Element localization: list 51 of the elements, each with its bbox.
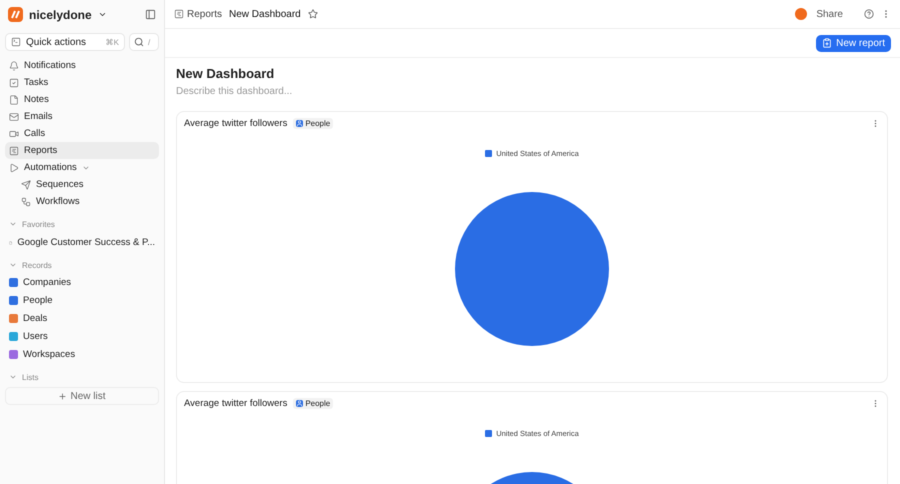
send-icon <box>21 180 31 190</box>
nav-item[interactable]: Notes <box>5 91 159 108</box>
video-icon <box>9 128 19 138</box>
person-icon <box>296 120 304 127</box>
nav-item[interactable]: Tasks <box>5 74 159 91</box>
checkbox-icon <box>9 78 19 88</box>
quick-actions-button[interactable]: Quick actions ⌘K <box>5 33 125 51</box>
search-icon <box>134 37 144 47</box>
record-item[interactable]: Deals <box>5 309 159 327</box>
report-icon <box>174 9 184 19</box>
logo-icon <box>8 7 23 22</box>
record-item[interactable]: Workspaces <box>5 345 159 363</box>
person-icon <box>296 400 304 407</box>
nav-item[interactable]: Calls <box>5 125 159 142</box>
report-icon <box>822 38 832 48</box>
chevron-icon[interactable] <box>98 10 107 19</box>
nav-item[interactable]: Notifications <box>5 57 159 74</box>
dashboard-title: New Dashboard <box>176 66 276 81</box>
breadcrumb-item[interactable]: New Dashboard <box>229 8 301 20</box>
record-item[interactable]: Companies <box>5 273 159 291</box>
new-list-button[interactable]: New list <box>5 387 159 405</box>
nav-item[interactable]: Workflows <box>17 193 159 210</box>
share-button[interactable]: Share <box>789 7 849 21</box>
nav-item[interactable]: Emails <box>5 108 159 125</box>
play-icon <box>9 162 19 172</box>
report-icon <box>9 146 19 156</box>
section-heading: Lists <box>22 372 38 382</box>
object-tag: People <box>293 118 334 129</box>
workspace-name[interactable]: nicelydone <box>29 8 92 22</box>
plus-icon <box>58 392 68 400</box>
bell-icon <box>9 60 19 70</box>
help-icon[interactable] <box>864 9 874 19</box>
sidebar-toggle-icon[interactable] <box>145 9 156 20</box>
chart-title: Average twitter followers <box>184 398 288 409</box>
command-icon <box>11 37 21 47</box>
record-item[interactable]: Users <box>5 327 159 345</box>
object-tag: People <box>293 398 334 409</box>
nav-item[interactable]: Automations <box>5 159 159 176</box>
section-heading: Favorites <box>22 220 55 228</box>
nav-item[interactable]: Sequences <box>17 176 159 193</box>
nav-item[interactable]: Reports <box>5 142 159 159</box>
mail-icon <box>9 112 19 122</box>
breadcrumb-item[interactable]: Reports <box>174 8 222 20</box>
record-item[interactable]: People <box>5 291 159 309</box>
favorite-item[interactable]: Google Customer Success & P... <box>5 234 159 251</box>
star-icon[interactable] <box>308 9 318 19</box>
chart-title: Average twitter followers <box>184 118 288 129</box>
file-icon <box>9 94 19 104</box>
workflow-icon <box>21 196 31 206</box>
section-heading: Records <box>22 260 52 270</box>
new-report-button[interactable]: New report <box>816 34 891 52</box>
